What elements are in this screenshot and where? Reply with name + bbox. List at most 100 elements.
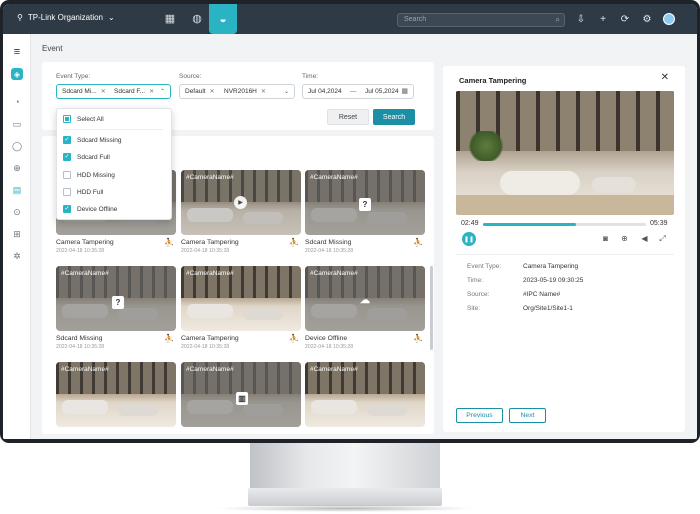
checkbox[interactable]: ✓ <box>63 153 71 161</box>
dashboard-icon[interactable]: ◔ <box>11 96 23 108</box>
zoom-icon[interactable]: ⊕ <box>619 233 630 244</box>
event-type-select[interactable]: Sdcard Mi... ✕ Sdcard F... ✕ ⌃ <box>56 84 171 99</box>
snapshot-icon[interactable]: ◙ <box>600 233 611 244</box>
alert-person-icon: ⛹ <box>413 238 423 247</box>
source-label: Source: <box>179 73 202 80</box>
volume-icon[interactable]: ◀ <box>639 233 650 244</box>
alert-person-icon: ⛹ <box>413 334 423 343</box>
page-title: Event <box>42 44 63 53</box>
event-card[interactable]: #CameraName# ▥ <box>181 362 301 434</box>
calendar-icon[interactable]: ▦ <box>401 87 408 95</box>
download-icon[interactable]: ⇩ <box>575 13 587 25</box>
location-icon[interactable]: ⊙ <box>11 206 23 218</box>
play-icon[interactable]: ▶ <box>234 196 247 209</box>
previous-button[interactable]: Previous <box>456 408 503 423</box>
close-icon[interactable]: ✕ <box>661 72 669 83</box>
checkbox[interactable]: ✓ <box>63 205 71 213</box>
option-hdd-missing[interactable]: HDD Missing <box>63 169 115 181</box>
event-thumbnail[interactable]: #CameraName# <box>305 362 425 427</box>
camera-tab-icon[interactable]: ◒ <box>209 4 237 34</box>
event-card[interactable]: #CameraName# <box>56 362 176 434</box>
event-title: Camera Tampering <box>181 335 239 342</box>
checkbox[interactable] <box>63 115 71 123</box>
search-button[interactable]: Search <box>373 109 415 125</box>
camera-name: #CameraName# <box>310 270 358 277</box>
remove-tag-icon[interactable]: ✕ <box>210 88 215 95</box>
alert-person-icon: ⛹ <box>289 334 299 343</box>
event-card[interactable]: #CameraName# ☁ Device Offline 2022-04-18… <box>305 266 425 350</box>
camera-icon[interactable]: ◯ <box>11 140 23 152</box>
event-thumbnail[interactable]: #CameraName# ? <box>305 170 425 235</box>
chevron-up-icon[interactable]: ⌃ <box>160 88 165 95</box>
checkbox[interactable]: ✓ <box>63 136 71 144</box>
option-select-all[interactable]: Select All <box>63 113 104 125</box>
fullscreen-icon[interactable]: ⤢ <box>657 233 668 244</box>
search-input[interactable]: Search ⌕ <box>397 13 565 27</box>
avatar[interactable] <box>663 13 675 25</box>
remove-tag-icon[interactable]: ✕ <box>149 88 154 95</box>
option-sdcard-full[interactable]: ✓ Sdcard Full <box>63 151 110 163</box>
event-thumbnail[interactable]: #CameraName# <box>56 362 176 427</box>
event-thumbnail[interactable]: #CameraName# ▥ <box>181 362 301 427</box>
org-switcher[interactable]: ⚲ TP-Link Organization ⌄ <box>17 13 115 22</box>
checkbox[interactable] <box>63 188 71 196</box>
event-title: Sdcard Missing <box>305 239 352 246</box>
sdcard-missing-icon: ? <box>112 296 124 309</box>
event-thumbnail[interactable]: #CameraName# ▶ <box>181 170 301 235</box>
event-title: Sdcard Missing <box>56 335 103 342</box>
event-type-tag: Sdcard F... ✕ <box>114 88 155 95</box>
field-label: Time: <box>467 277 484 284</box>
alert-person-icon: ⛹ <box>289 238 299 247</box>
event-thumbnail[interactable]: #CameraName# <box>181 266 301 331</box>
grid-apps-icon[interactable]: ▦ <box>163 11 177 25</box>
alert-person-icon: ⛹ <box>164 334 174 343</box>
checkbox[interactable] <box>63 171 71 179</box>
field-label: Site: <box>467 305 481 312</box>
refresh-icon[interactable]: ⟳ <box>619 13 631 25</box>
event-card[interactable]: #CameraName# ? Sdcard Missing 2022-04-18… <box>56 266 176 350</box>
org-name: TP-Link Organization <box>27 13 104 22</box>
event-time: 2022-04-18 10:35:28 <box>56 248 105 254</box>
option-sdcard-missing[interactable]: ✓ Sdcard Missing <box>63 134 121 146</box>
field-value: Camera Tampering <box>523 263 579 270</box>
time-range-picker[interactable]: Jul 04,2024 — Jul 05,2024 ▦ <box>302 84 414 99</box>
event-card[interactable]: #CameraName# ? Sdcard Missing 2022-04-18… <box>305 170 425 254</box>
settings-icon[interactable]: ⚙ <box>641 13 653 25</box>
video-icon[interactable]: ▭ <box>11 118 23 130</box>
time-total: 05:39 <box>650 220 668 227</box>
pause-button[interactable]: ❚❚ <box>462 232 476 246</box>
globe-icon[interactable]: ◍ <box>190 11 204 25</box>
event-list-icon[interactable]: ▤ <box>11 184 23 196</box>
remove-tag-icon[interactable]: ✕ <box>101 88 106 95</box>
chevron-down-icon[interactable]: ⌄ <box>284 88 289 95</box>
search-zoom-icon[interactable]: ⊕ <box>11 162 23 174</box>
add-icon[interactable]: + <box>597 13 609 25</box>
detail-title: Camera Tampering <box>459 76 527 85</box>
logo-icon: ◈ <box>11 68 23 80</box>
source-select[interactable]: Default ✕ NVR2016H ✕ ⌄ <box>179 84 295 99</box>
event-thumbnail[interactable]: #CameraName# ☁ <box>305 266 425 331</box>
camera-name: #CameraName# <box>186 366 234 373</box>
menu-icon[interactable]: ≡ <box>11 46 23 58</box>
event-card[interactable]: #CameraName# ▶ Camera Tampering 2022-04-… <box>181 170 301 254</box>
next-button[interactable]: Next <box>509 408 546 423</box>
playback-progress[interactable] <box>483 223 646 226</box>
map-icon[interactable]: ⊞ <box>11 228 23 240</box>
grid-scrollbar[interactable] <box>430 266 433 350</box>
event-title: Camera Tampering <box>181 239 239 246</box>
event-time: 2022-04-18 10:35:28 <box>56 344 105 350</box>
search-icon[interactable]: ⌕ <box>556 15 560 25</box>
event-thumbnail[interactable]: #CameraName# ? <box>56 266 176 331</box>
top-bar: ⚲ TP-Link Organization ⌄ ▦ ◍ ◒ Search ⌕ … <box>3 4 697 34</box>
event-card[interactable]: #CameraName# <box>305 362 425 434</box>
tools-icon[interactable]: ✲ <box>11 250 23 262</box>
option-device-offline[interactable]: ✓ Device Offline <box>63 203 117 215</box>
option-hdd-full[interactable]: HDD Full <box>63 186 103 198</box>
event-card[interactable]: #CameraName# Camera Tampering 2022-04-18… <box>181 266 301 350</box>
video-player[interactable] <box>456 91 674 215</box>
event-time: 2022-04-18 10:35:28 <box>181 248 230 254</box>
remove-tag-icon[interactable]: ✕ <box>261 88 266 95</box>
event-detail-panel: Camera Tampering ✕ 02:49 05:39 ❚❚ ◙ ⊕ ◀ … <box>443 66 685 432</box>
reset-button[interactable]: Reset <box>327 109 369 125</box>
camera-name: #CameraName# <box>186 270 234 277</box>
